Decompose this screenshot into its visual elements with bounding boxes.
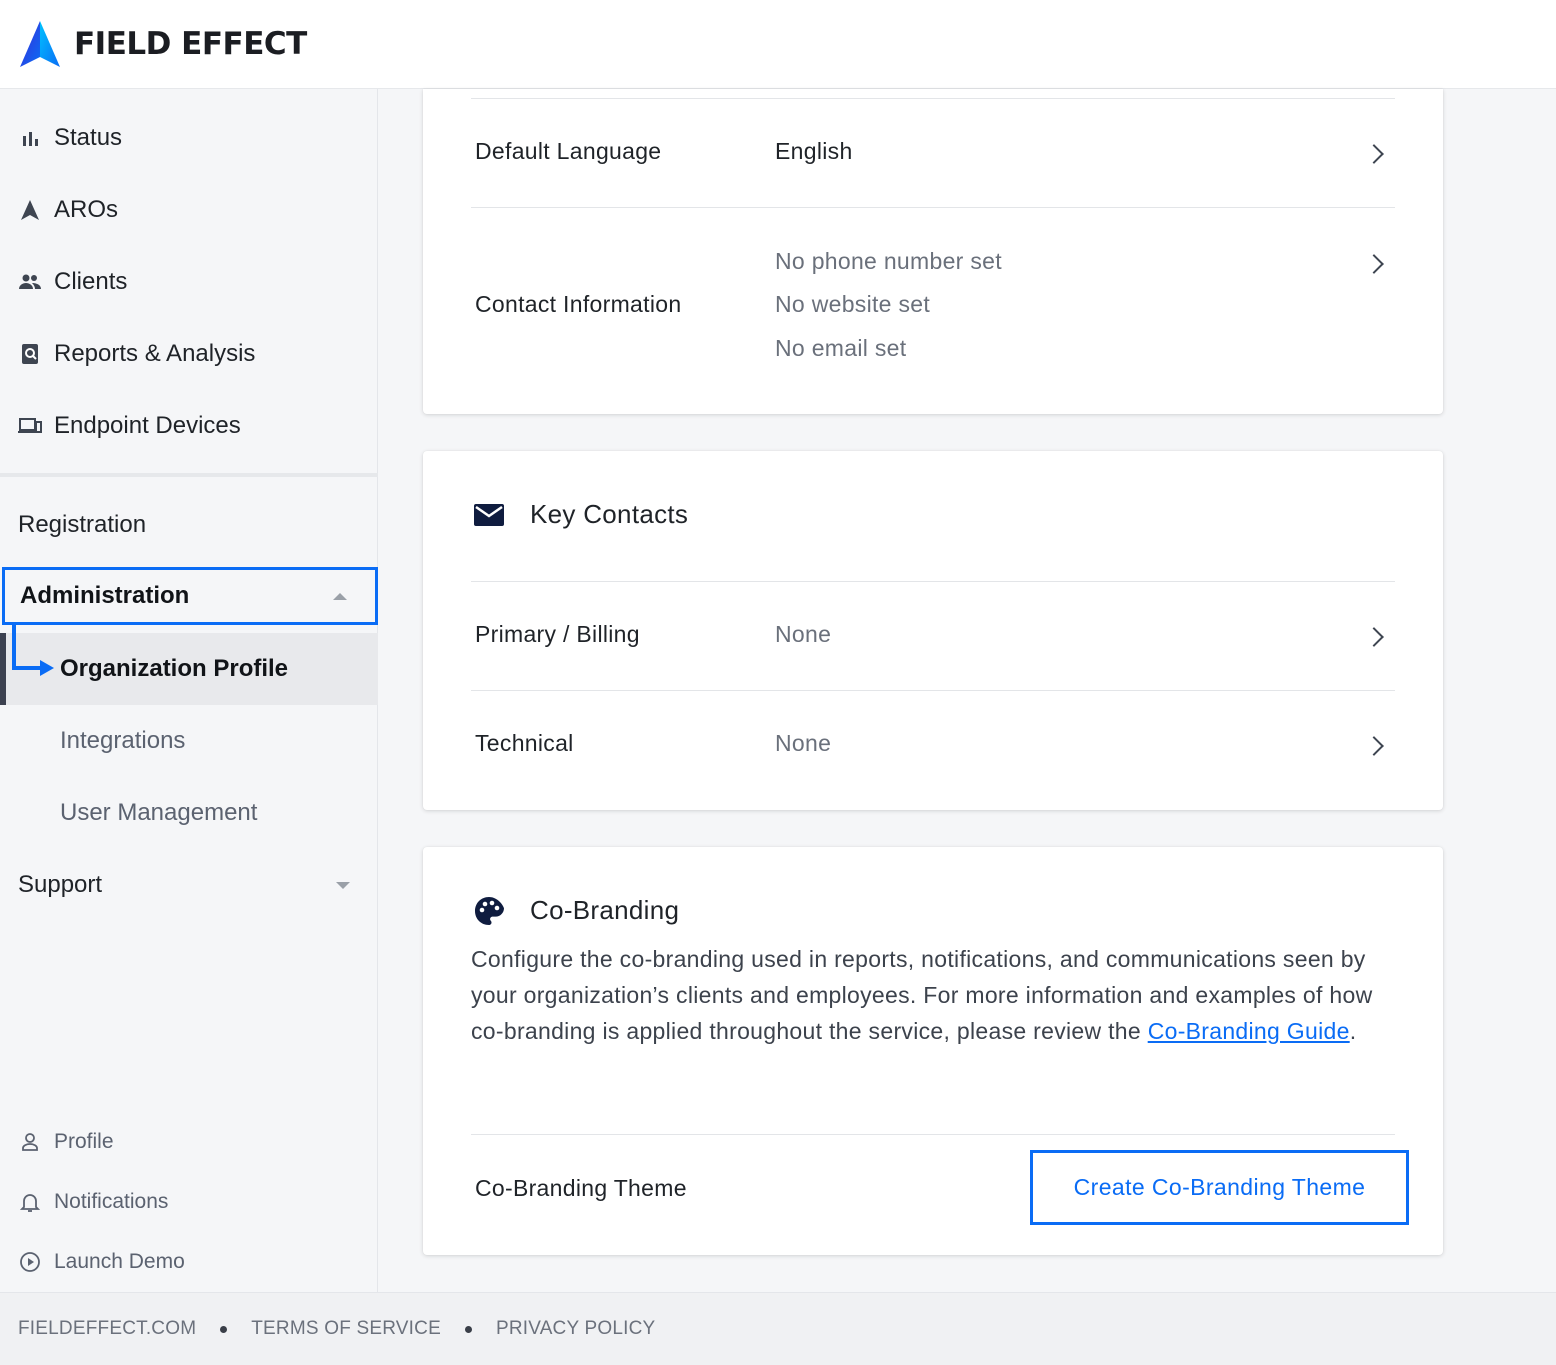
nav-endpoint-devices[interactable]: Endpoint Devices — [0, 390, 378, 462]
nav-clients[interactable]: Clients — [0, 246, 378, 318]
create-co-branding-theme-button[interactable]: Create Co-Branding Theme — [1030, 1150, 1409, 1225]
field-effect-logo[interactable]: FIELD EFFECT — [18, 19, 307, 69]
chevron-right-icon[interactable] — [1364, 736, 1384, 756]
people-icon — [18, 270, 42, 294]
nav-endpoint-label: Endpoint Devices — [54, 412, 241, 439]
nav-notifications[interactable]: Notifications — [0, 1177, 378, 1227]
report-search-icon — [18, 342, 42, 366]
annotation-connector-horizontal — [12, 666, 42, 670]
website-value: No website set — [775, 291, 931, 317]
footer-separator — [464, 1325, 472, 1333]
co-branding-theme-label: Co-Branding Theme — [475, 1175, 687, 1201]
phone-value: No phone number set — [775, 248, 1002, 274]
nav-clients-label: Clients — [54, 268, 128, 295]
nav-integrations[interactable]: Integrations — [0, 705, 378, 777]
primary-billing-label: Primary / Billing — [475, 621, 640, 647]
aro-arrow-icon — [18, 198, 42, 222]
devices-icon — [18, 414, 42, 438]
nav-registration-label: Registration — [18, 511, 147, 538]
chevron-right-icon[interactable] — [1364, 254, 1384, 274]
nav-administration-label: Administration — [20, 582, 190, 609]
co-branding-guide-link[interactable]: Co-Branding Guide — [1148, 1018, 1350, 1044]
field-effect-logo-icon — [20, 21, 60, 67]
contact-information-label: Contact Information — [475, 291, 682, 317]
envelope-icon — [474, 504, 504, 526]
nav-notifications-label: Notifications — [54, 1190, 169, 1213]
default-language-label: Default Language — [475, 138, 662, 164]
nav-user-management-label: User Management — [60, 799, 258, 826]
caret-down-icon — [336, 881, 350, 889]
nav-integrations-label: Integrations — [60, 727, 186, 754]
nav-launch-demo-label: Launch Demo — [54, 1250, 185, 1273]
email-value: No email set — [775, 335, 907, 361]
primary-billing-value: None — [775, 621, 832, 647]
chevron-right-icon[interactable] — [1364, 144, 1384, 164]
co-branding-title: Co-Branding — [530, 895, 680, 925]
annotation-arrow-icon — [40, 660, 54, 676]
footer-separator — [220, 1325, 228, 1333]
bar-chart-icon — [18, 126, 42, 150]
nav-organization-profile[interactable]: Organization Profile — [0, 633, 378, 705]
footer-link-terms[interactable]: TERMS OF SERVICE — [251, 1318, 441, 1340]
nav-status[interactable]: Status — [0, 102, 378, 174]
nav-launch-demo[interactable]: Launch Demo — [0, 1237, 378, 1287]
sidebar-divider — [0, 473, 378, 477]
brand-name: FIELD EFFECT — [74, 26, 307, 62]
nav-support-label: Support — [18, 871, 103, 898]
nav-org-profile-label: Organization Profile — [60, 655, 289, 682]
nav-profile-label: Profile — [54, 1130, 114, 1153]
technical-row[interactable]: Technical None — [471, 690, 1395, 799]
default-language-value: English — [775, 138, 853, 164]
caret-up-icon — [333, 592, 347, 600]
co-branding-card: Co-Branding Configure the co-branding us… — [423, 847, 1443, 1255]
technical-value: None — [775, 730, 832, 756]
nav-aros[interactable]: AROs — [0, 174, 378, 246]
play-circle-icon — [18, 1250, 42, 1274]
footer-link-privacy[interactable]: PRIVACY POLICY — [496, 1318, 655, 1340]
annotation-connector — [12, 624, 16, 670]
nav-user-management[interactable]: User Management — [0, 777, 378, 849]
sidebar: Status AROs Clients Reports & Analysis E… — [0, 89, 378, 1292]
key-contacts-title: Key Contacts — [530, 499, 689, 529]
footer-link-fieldeffect[interactable]: FIELDEFFECT.COM — [18, 1318, 196, 1340]
nav-aros-label: AROs — [54, 196, 119, 223]
palette-icon — [475, 897, 504, 925]
nav-support[interactable]: Support — [0, 849, 378, 921]
chevron-right-icon[interactable] — [1364, 627, 1384, 647]
bell-icon — [18, 1190, 42, 1214]
co-branding-description-end: . — [1349, 1018, 1357, 1044]
nav-reports-label: Reports & Analysis — [54, 340, 256, 367]
technical-label: Technical — [475, 730, 574, 756]
contact-information-row[interactable]: Contact Information No phone number set … — [471, 207, 1395, 407]
general-settings-card: Default Language English Contact Informa… — [423, 89, 1443, 414]
nav-administration[interactable]: Administration — [2, 567, 378, 625]
co-branding-description: Configure the co-branding used in report… — [471, 941, 1401, 1049]
key-contacts-card: Key Contacts Primary / Billing None Tech… — [423, 451, 1443, 810]
nav-profile[interactable]: Profile — [0, 1117, 378, 1167]
top-bar: FIELD EFFECT — [0, 0, 1556, 89]
default-language-row[interactable]: Default Language English — [471, 98, 1395, 207]
person-icon — [18, 1130, 42, 1154]
nav-registration[interactable]: Registration — [0, 489, 378, 561]
nav-reports-analysis[interactable]: Reports & Analysis — [0, 318, 378, 390]
primary-billing-row[interactable]: Primary / Billing None — [471, 581, 1395, 690]
footer: FIELDEFFECT.COM TERMS OF SERVICE PRIVACY… — [0, 1292, 1556, 1365]
nav-status-label: Status — [54, 124, 123, 151]
